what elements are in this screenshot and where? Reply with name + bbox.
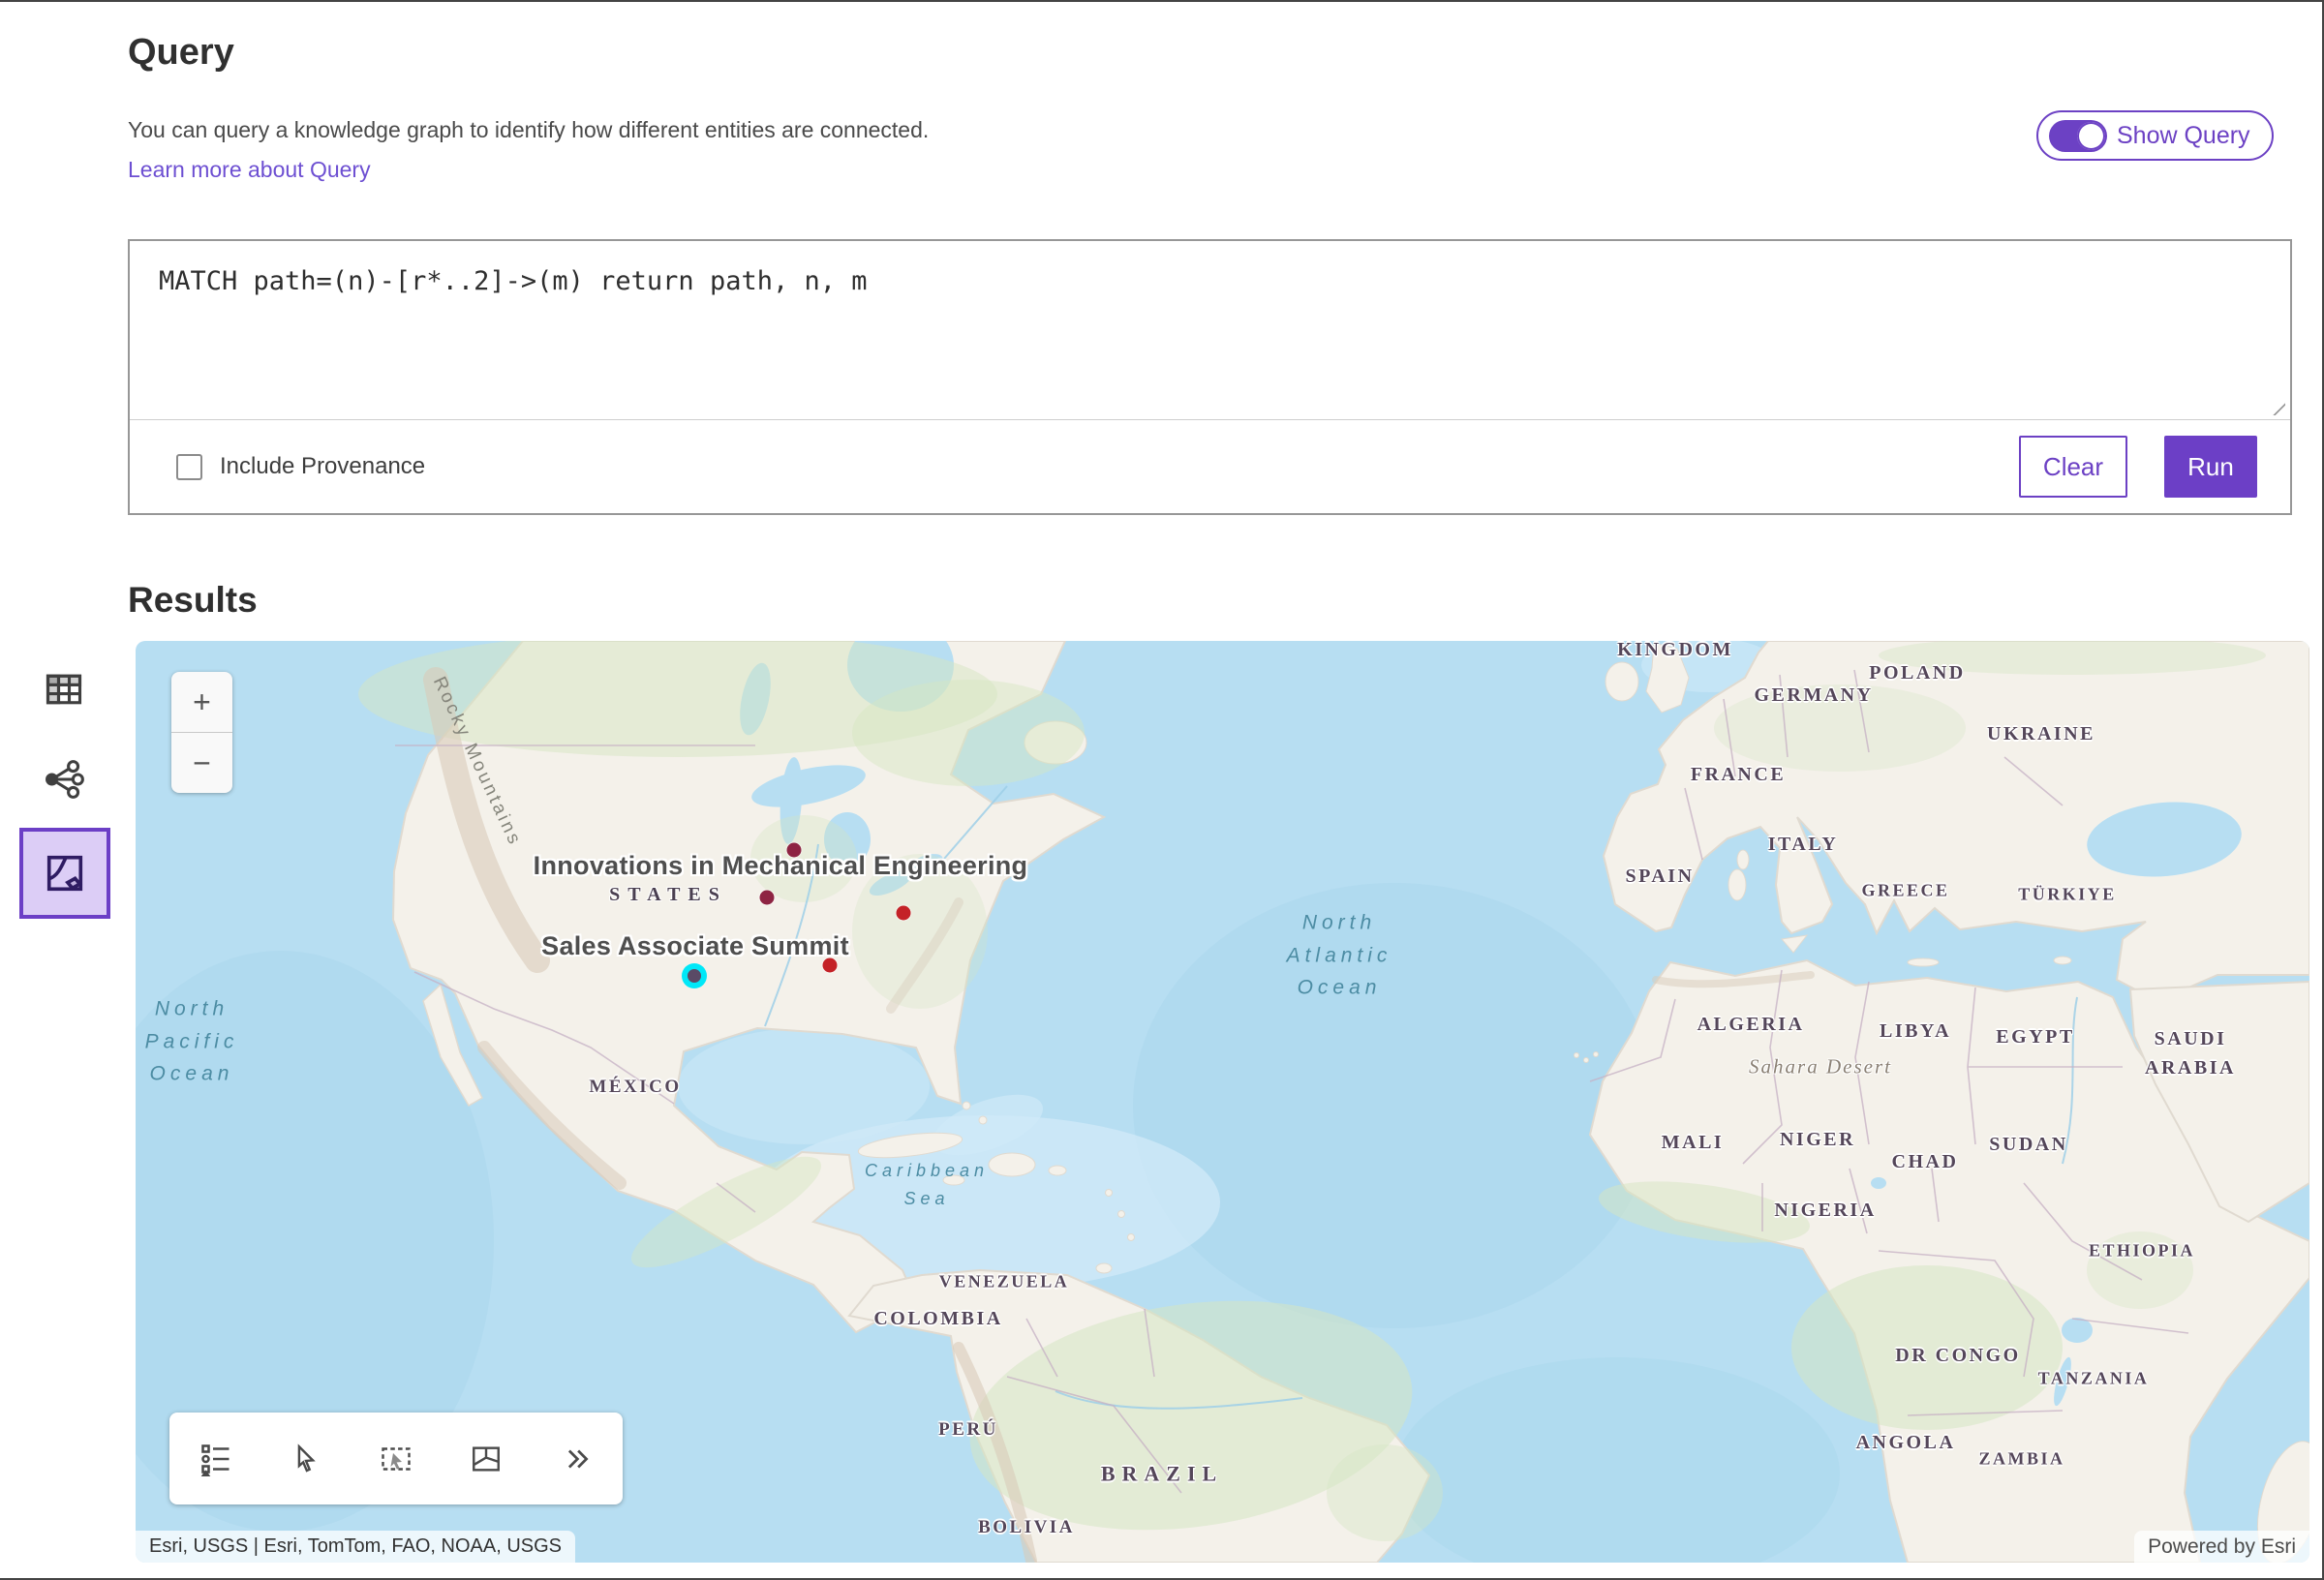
include-provenance-label: Include Provenance bbox=[220, 453, 425, 480]
select-rectangle-icon bbox=[379, 1442, 413, 1476]
run-button[interactable]: Run bbox=[2164, 436, 2257, 498]
select-rectangle-button[interactable] bbox=[375, 1438, 417, 1480]
select-polygon-button[interactable] bbox=[465, 1438, 507, 1480]
view-switcher-table[interactable] bbox=[41, 666, 87, 713]
include-provenance-checkbox[interactable] bbox=[176, 454, 202, 480]
zoom-in-button[interactable]: + bbox=[171, 672, 232, 732]
query-editor: MATCH path=(n)-[r*..2]->(m) return path,… bbox=[130, 241, 2290, 421]
cursor-icon bbox=[290, 1443, 322, 1475]
learn-more-link[interactable]: Learn more about Query bbox=[128, 157, 371, 183]
view-switcher-graph[interactable] bbox=[41, 756, 87, 803]
page-description: You can query a knowledge graph to ident… bbox=[128, 117, 929, 143]
map-event-label: Sales Associate Summit bbox=[541, 927, 849, 966]
show-query-toggle[interactable]: Show Query bbox=[2036, 110, 2274, 161]
legend-button[interactable] bbox=[195, 1438, 237, 1480]
link-chart-icon bbox=[42, 757, 86, 802]
select-button[interactable] bbox=[285, 1438, 327, 1480]
double-chevron-right-icon bbox=[560, 1443, 593, 1475]
results-title: Results bbox=[128, 580, 258, 621]
table-icon bbox=[43, 668, 85, 711]
query-page: Query You can query a knowledge graph to… bbox=[0, 0, 2324, 1580]
page-title: Query bbox=[128, 32, 234, 74]
select-polygon-icon bbox=[470, 1443, 503, 1475]
query-panel: MATCH path=(n)-[r*..2]->(m) return path,… bbox=[128, 239, 2292, 515]
show-query-label: Show Query bbox=[2117, 122, 2250, 150]
query-footer: Include Provenance Clear Run bbox=[130, 419, 2290, 513]
legend-icon bbox=[199, 1442, 233, 1476]
map-event-label: Innovations in Mechanical Engineering bbox=[534, 846, 1028, 886]
results-map[interactable]: KINGDOMPOLANDGERMANYUKRAINEFRANCEITALYSP… bbox=[136, 641, 2309, 1563]
toolbar-expand-button[interactable] bbox=[555, 1438, 597, 1480]
query-input[interactable]: MATCH path=(n)-[r*..2]->(m) return path,… bbox=[130, 241, 2290, 421]
clear-button[interactable]: Clear bbox=[2019, 436, 2127, 498]
map-attribution: Esri, USGS | Esri, TomTom, FAO, NOAA, US… bbox=[136, 1531, 575, 1563]
zoom-out-button[interactable]: − bbox=[171, 733, 232, 793]
map-toolbar bbox=[169, 1413, 623, 1504]
powered-by-esri: Powered by Esri bbox=[2134, 1531, 2309, 1563]
toggle-switch-icon[interactable] bbox=[2049, 120, 2107, 152]
view-switcher-map[interactable] bbox=[19, 828, 110, 919]
map-zoom-control: + − bbox=[171, 672, 232, 793]
map-icon bbox=[43, 851, 87, 896]
